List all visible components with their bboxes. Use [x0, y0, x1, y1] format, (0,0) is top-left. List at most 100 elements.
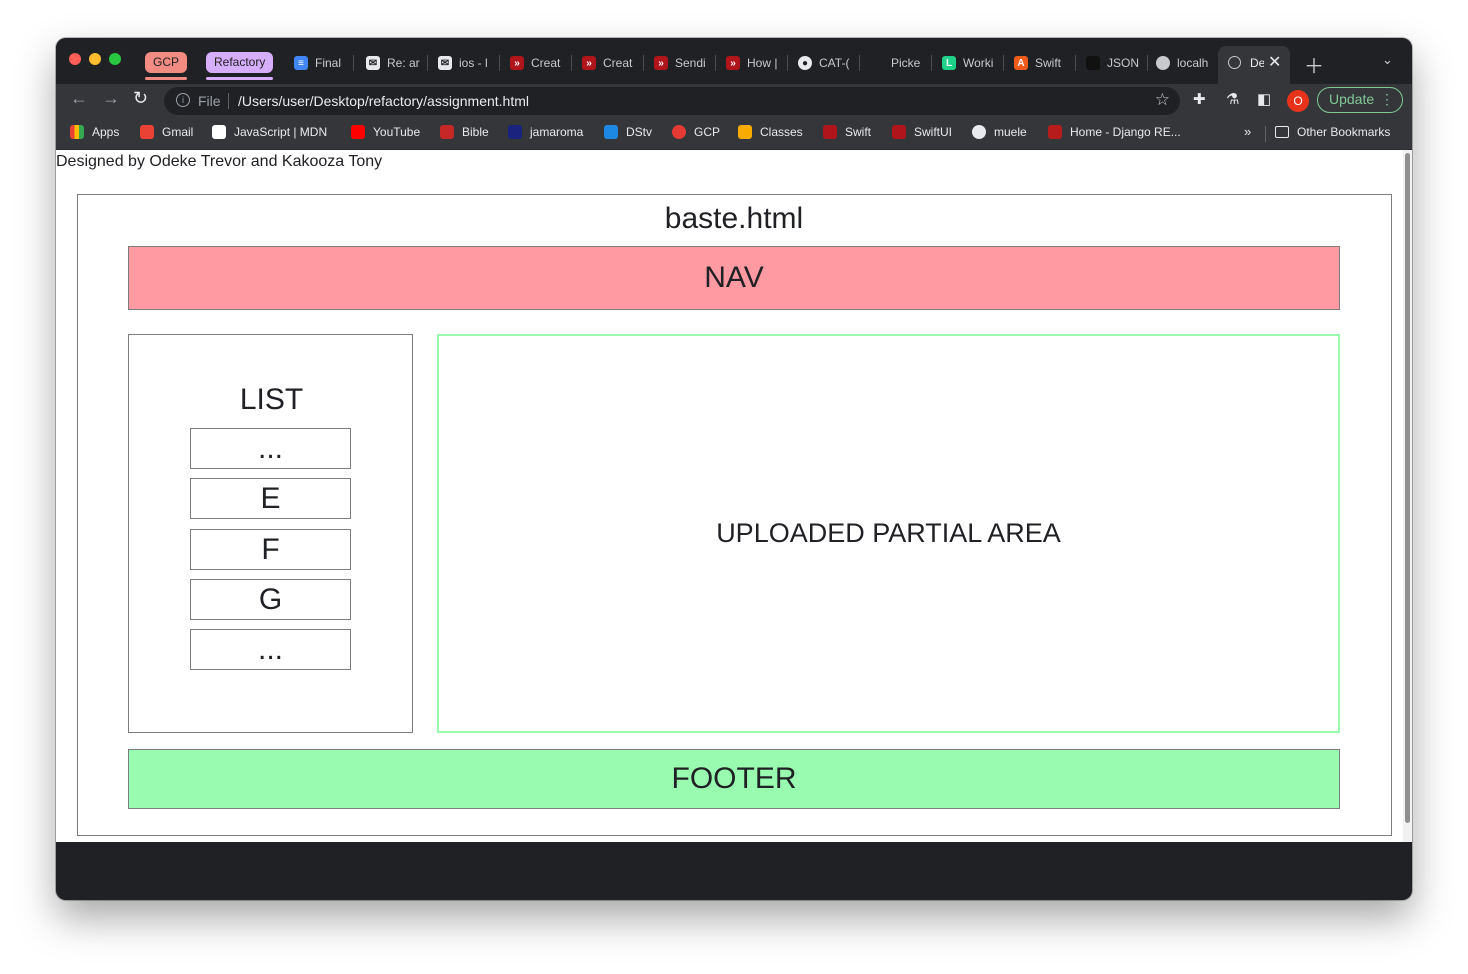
side-panel-icon[interactable]: ◧ — [1257, 90, 1271, 108]
upload-label: UPLOADED PARTIAL AREA — [716, 518, 1061, 548]
tab-json[interactable]: JSON — [1086, 52, 1148, 74]
scrollbar-thumb[interactable] — [1405, 153, 1410, 823]
update-button[interactable]: Update ⋮ — [1317, 87, 1403, 113]
bible-icon — [440, 125, 454, 139]
globe-icon — [972, 125, 986, 139]
tab-cat[interactable]: ● CAT-( — [798, 52, 860, 74]
labs-flask-icon[interactable]: ⚗ — [1226, 90, 1239, 108]
tab-how[interactable]: » How | — [726, 52, 788, 74]
credit-text: Designed by Odeke Trevor and Kakooza Ton… — [56, 153, 383, 170]
bookmark-label: Classes — [760, 125, 803, 139]
tab-worki[interactable]: L Worki — [942, 52, 1004, 74]
bookmark-youtube[interactable]: YouTube — [351, 125, 420, 139]
nav-label: NAV — [704, 261, 764, 294]
bookmark-dstv[interactable]: DStv — [604, 125, 652, 139]
bookmark-jamaroma[interactable]: jamaroma — [508, 125, 583, 139]
page-title: baste.html — [664, 202, 804, 235]
tab-creat-2[interactable]: » Creat — [582, 52, 644, 74]
update-label: Update — [1329, 91, 1375, 107]
gmail-icon — [140, 125, 154, 139]
tab-label: JSON — [1107, 56, 1140, 70]
swift-icon: » — [726, 56, 740, 70]
window-bottom-bar — [56, 842, 1412, 900]
extensions-puzzle-icon[interactable]: ✚ — [1193, 90, 1206, 108]
l-icon: L — [942, 56, 956, 70]
info-icon[interactable]: i — [176, 93, 190, 107]
bookmark-label: YouTube — [373, 125, 421, 139]
swift-icon: » — [510, 56, 524, 70]
tab-label: Worki — [963, 56, 994, 70]
minimize-window-icon[interactable] — [89, 53, 101, 65]
close-tab-icon[interactable]: ✕ — [1268, 52, 1281, 72]
bookmark-label: jamaroma — [530, 125, 584, 139]
tab-label: Final — [315, 56, 342, 70]
tab-label: Picke — [891, 56, 921, 70]
tab-swift[interactable]: A Swift — [1014, 52, 1076, 74]
tab-final[interactable]: ≡ Final — [294, 52, 354, 74]
swift-icon: » — [582, 56, 596, 70]
tab-search-chevron-icon[interactable]: ⌄ — [1382, 52, 1393, 68]
swift-icon — [823, 125, 837, 139]
bookmark-classes[interactable]: Classes — [738, 125, 803, 139]
bookmark-swiftui[interactable]: SwiftUI — [892, 125, 952, 139]
tab-group-refactory[interactable]: Refactory — [206, 52, 274, 80]
jamaroma-icon — [508, 125, 522, 139]
tab-group-gcp[interactable]: GCP — [145, 52, 188, 80]
footer-section: FOOTER — [128, 749, 1340, 809]
json-icon — [1086, 56, 1100, 70]
back-button[interactable]: ← — [70, 88, 88, 109]
list-item: G — [190, 579, 351, 620]
maximize-window-icon[interactable] — [109, 53, 121, 65]
reload-button[interactable]: ↻ — [133, 88, 148, 109]
tab-creat-1[interactable]: » Creat — [510, 52, 572, 74]
tab-re[interactable]: ✉ Re: ar — [366, 52, 428, 74]
list-item-label: ... — [257, 431, 283, 465]
tab-localhost[interactable]: localh — [1156, 52, 1214, 74]
tab-sendi[interactable]: » Sendi — [654, 52, 716, 74]
tab-label: Sendi — [675, 56, 706, 70]
forward-button[interactable]: → — [102, 88, 120, 109]
tab-label: localh — [1177, 56, 1209, 70]
footer-label: FOOTER — [671, 762, 797, 795]
list-item: F — [190, 529, 351, 570]
list-item-label: ... — [257, 632, 283, 666]
bookmark-label: JavaScript | MDN — [234, 125, 328, 139]
tab-label: Creat — [531, 56, 561, 70]
page-viewport: Designed by Odeke Trevor and Kakooza Ton… — [56, 150, 1403, 842]
mail-icon: ✉ — [438, 56, 452, 70]
tab-active[interactable]: De ✕ — [1218, 46, 1290, 84]
address-url[interactable]: /Users/user/Desktop/refactory/assignment… — [238, 93, 529, 109]
tab-picke[interactable]: Picke — [870, 52, 932, 74]
bookmark-apps[interactable]: Apps — [70, 125, 119, 139]
bookmark-other[interactable]: Other Bookmarks — [1275, 125, 1390, 139]
tab-label: Swift — [1035, 56, 1062, 70]
toolbar: ← → ↻ i File /Users/user/Desktop/refacto… — [56, 84, 1412, 118]
profile-avatar[interactable]: O — [1287, 90, 1309, 112]
bookmark-gmail[interactable]: Gmail — [140, 125, 193, 139]
list-item: ... — [190, 629, 351, 670]
bookmark-swift[interactable]: Swift — [823, 125, 871, 139]
list-item-label: E — [260, 481, 281, 515]
bookmark-bible[interactable]: Bible — [440, 125, 489, 139]
bookmark-django[interactable]: Home - Django RE... — [1048, 125, 1181, 139]
github-icon: ● — [798, 56, 812, 70]
bookmark-label: Bible — [462, 125, 489, 139]
tab-label: Re: ar — [387, 56, 420, 70]
bookmark-label: GCP — [694, 125, 721, 139]
tab-ios[interactable]: ✉ ios - l — [438, 52, 500, 74]
bookmark-label: Swift — [845, 125, 872, 139]
close-window-icon[interactable] — [69, 53, 81, 65]
bookmark-mdn[interactable]: JavaScript | MDN — [212, 125, 327, 139]
list-item-label: F — [261, 532, 280, 566]
bookmark-muele[interactable]: muele — [972, 125, 1027, 139]
bookmark-star-icon[interactable]: ☆ — [1155, 90, 1170, 110]
list-title: LIST — [239, 383, 304, 416]
bookmarks-overflow-button[interactable]: » — [1244, 124, 1251, 139]
tab-label: How | — [747, 56, 778, 70]
menu-dots-icon[interactable]: ⋮ — [1380, 88, 1394, 111]
new-tab-button[interactable]: ＋ — [1304, 50, 1324, 79]
tab-label: De — [1250, 56, 1264, 70]
address-bar[interactable]: i File /Users/user/Desktop/refactory/ass… — [164, 87, 1180, 115]
list-section: LIST ... E F G ... — [128, 334, 413, 733]
bookmark-gcp[interactable]: GCP — [672, 125, 720, 139]
